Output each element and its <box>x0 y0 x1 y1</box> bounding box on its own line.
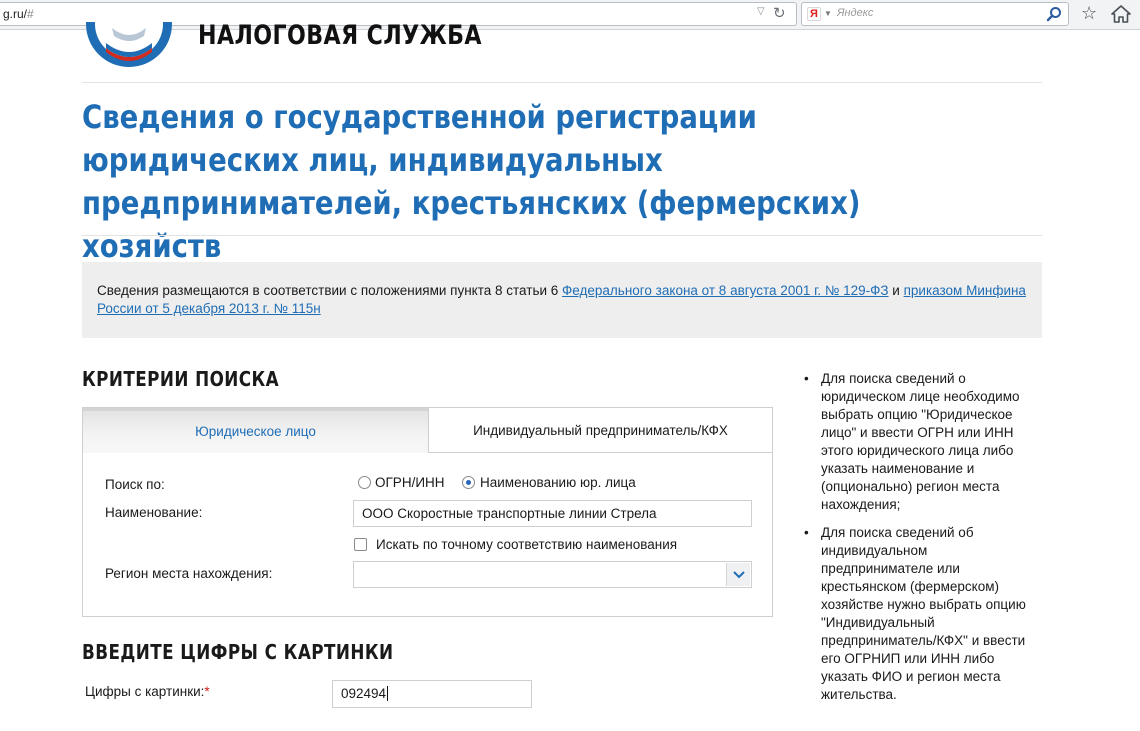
help-list: Для поиска сведений о юридическом лице н… <box>803 370 1033 714</box>
engine-dropdown-icon[interactable]: ▼ <box>824 9 832 18</box>
select-dropdown-button[interactable] <box>726 563 750 586</box>
federal-law-link[interactable]: Федерального закона от 8 августа 2001 г.… <box>562 283 889 298</box>
exact-match-label[interactable]: Искать по точному соответствию наименова… <box>376 537 677 552</box>
required-mark: * <box>204 684 210 699</box>
chevron-down-icon <box>733 571 745 579</box>
help-item-individual: Для поиска сведений об индивидуальном пр… <box>803 524 1033 704</box>
fns-emblem-icon[interactable] <box>82 22 176 68</box>
radio-by-name-label[interactable]: Наименованию юр. лица <box>480 475 636 490</box>
dropdown-arrow-icon[interactable]: ▽ <box>757 6 765 17</box>
captcha-label: Цифры с картинки:* <box>85 684 210 699</box>
legal-notice: Сведения размещаются в соответствии с по… <box>82 262 1042 338</box>
name-label: Наименование: <box>105 505 203 520</box>
radio-ogrn-inn-label[interactable]: ОГРН/ИНН <box>375 475 445 490</box>
reload-icon[interactable]: ↻ <box>773 4 786 22</box>
bookmark-star-icon[interactable]: ☆ <box>1081 3 1097 24</box>
captcha-input[interactable]: 092494 <box>332 680 532 708</box>
help-item-legal: Для поиска сведений о юридическом лице н… <box>803 370 1033 514</box>
search-placeholder: Яндекс <box>837 7 874 19</box>
logo-text: НАЛОГОВАЯ СЛУЖБА <box>198 20 482 51</box>
tab-individual-entrepreneur[interactable]: Индивидуальный предприниматель/КФХ <box>428 408 772 453</box>
search-bar[interactable]: Я ▼ Яндекс <box>801 2 1069 26</box>
captcha-heading: ВВЕДИТЕ ЦИФРЫ С КАРТИНКИ <box>82 640 394 664</box>
radio-ogrn-inn[interactable] <box>358 476 371 489</box>
name-input[interactable]: ООО Скоростные транспортные линии Стрела <box>353 500 752 527</box>
text-caret <box>387 686 389 701</box>
divider <box>82 235 1042 236</box>
radio-by-name[interactable] <box>462 476 475 489</box>
notice-text: и <box>888 283 904 298</box>
home-icon[interactable] <box>1111 5 1131 23</box>
yandex-logo-icon[interactable]: Я <box>807 7 821 21</box>
page-title: Сведения о государственной регистрации ю… <box>82 98 861 265</box>
tab-legal-entity[interactable]: Юридическое лицо <box>83 408 428 453</box>
search-icon[interactable] <box>1046 6 1062 22</box>
search-form: Юридическое лицо Индивидуальный предприн… <box>82 407 773 617</box>
divider <box>82 82 1042 83</box>
search-criteria-heading: КРИТЕРИИ ПОИСКА <box>82 367 280 391</box>
notice-text: Сведения размещаются в соответствии с по… <box>97 283 563 298</box>
region-label: Регион места нахождения: <box>105 566 273 581</box>
search-by-label: Поиск по: <box>105 477 165 492</box>
captcha-label-text: Цифры с картинки: <box>85 684 205 699</box>
url-text: g.ru/# <box>3 7 34 21</box>
region-select[interactable] <box>353 561 752 588</box>
exact-match-checkbox[interactable] <box>354 538 367 551</box>
captcha-value: 092494 <box>341 686 387 701</box>
